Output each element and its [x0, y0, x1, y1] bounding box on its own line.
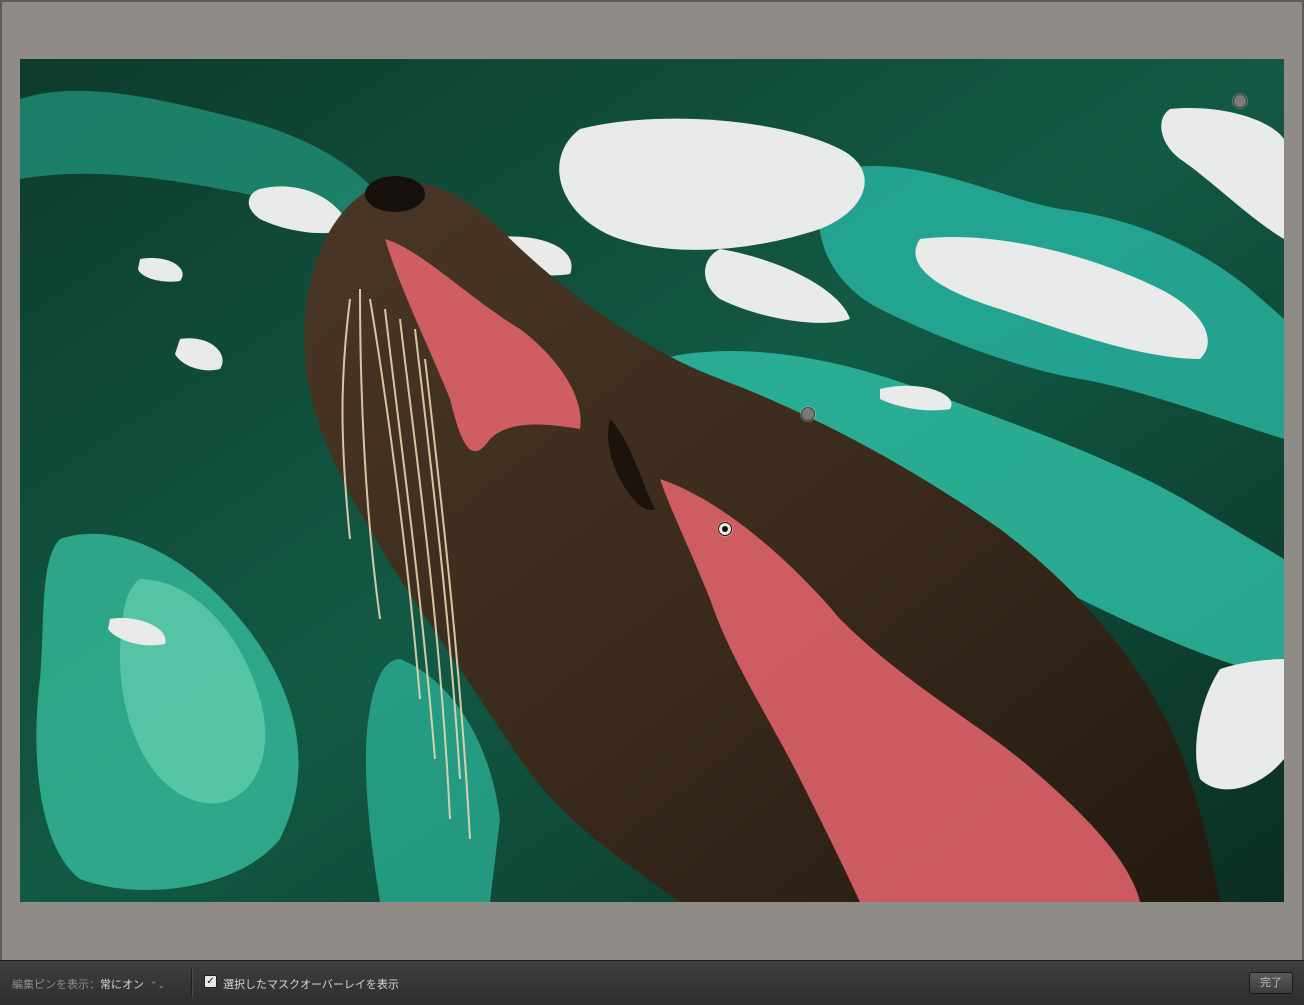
done-button[interactable]: 完了	[1249, 972, 1293, 994]
edit-pins-select[interactable]: 常にオン ⌃⌄	[100, 976, 165, 992]
mask-overlay-checkbox[interactable]: ✓	[204, 975, 217, 988]
edit-pins-label: 編集ピンを表示：	[12, 978, 100, 991]
edit-pin-top-right[interactable]	[1233, 94, 1247, 108]
edit-pins-value: 常にオン	[100, 978, 144, 991]
frame-top-edge	[0, 0, 1304, 2]
photo-canvas[interactable]	[20, 59, 1284, 902]
sea-lion-nose	[365, 176, 425, 212]
toolbar-divider	[191, 969, 193, 997]
edit-pin-active[interactable]	[718, 522, 732, 536]
checkmark-icon: ✓	[206, 976, 215, 987]
bottom-toolbar: 編集ピンを表示： 常にオン ⌃⌄ ✓ 選択したマスクオーバーレイを表示 完了	[0, 960, 1304, 1005]
select-arrows-icon: ⌃⌄	[150, 981, 166, 991]
sea-lion-photo	[20, 59, 1284, 902]
mask-overlay-label[interactable]: 選択したマスクオーバーレイを表示	[223, 976, 399, 992]
edit-pin-head[interactable]	[801, 407, 815, 421]
frame-left-edge	[0, 0, 2, 960]
